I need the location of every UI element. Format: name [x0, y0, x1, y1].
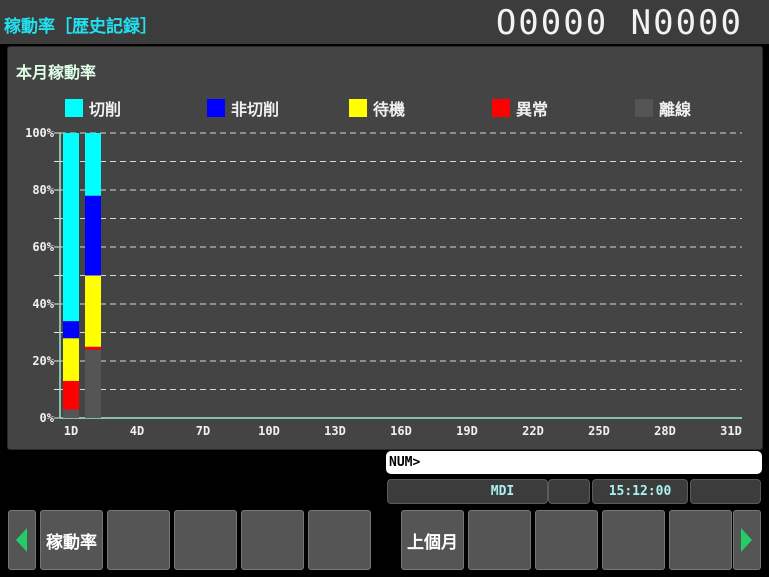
mode-label: MDI [490, 484, 515, 499]
screen-title: 稼動率［歴史記録］ [4, 17, 157, 37]
x-tick-label: 1D [64, 424, 78, 438]
softkey-prev[interactable] [8, 510, 36, 570]
x-tick-label: 25D [588, 424, 610, 438]
y-tick-label: 20% [32, 354, 54, 368]
softkey-left-1[interactable]: 稼動率 [40, 510, 103, 570]
clock-time: 15:12:00 [608, 484, 672, 499]
mode-indicator: MDI [387, 479, 548, 504]
x-tick-label: 10D [258, 424, 280, 438]
softkey-right-4[interactable] [602, 510, 665, 570]
utilization-chart: 0% 20% 40% 60% 80% 100% 1D 4D 7D 10D 13D 16D 19D 22D 2… [25, 126, 742, 438]
softkey-right-3[interactable] [535, 510, 598, 570]
x-tick-label: 4D [130, 424, 144, 438]
bar-segment [85, 275, 101, 347]
bar-segment [63, 321, 79, 339]
softkey-right-2[interactable] [468, 510, 531, 570]
bar-segment [63, 338, 79, 381]
x-tick-label: 13D [324, 424, 346, 438]
chart-panel: 本月稼動率 切削 非切削 待機 異常 離線 0% 20% 40% 60% 80% 100% 1D 4D… [7, 46, 763, 450]
bar-segment [85, 346, 101, 350]
bar-segment [85, 195, 101, 276]
softkey-label: 上個月 [407, 532, 458, 553]
y-tick-label: 40% [32, 297, 54, 311]
x-tick-label: 16D [390, 424, 412, 438]
softkey-right-5[interactable] [669, 510, 732, 570]
softkey-left-4[interactable] [241, 510, 304, 570]
bar-segment [85, 133, 101, 196]
x-tick-label: 28D [654, 424, 676, 438]
bar-segment [85, 349, 101, 418]
arrow-left-icon [16, 528, 27, 552]
arrow-right-icon [741, 528, 752, 552]
command-line[interactable]: NUM> [386, 451, 762, 474]
bar-segment [63, 409, 79, 418]
command-prompt: NUM> [389, 455, 421, 470]
softkey-right-1[interactable]: 上個月 [401, 510, 464, 570]
status-cell-blank-2 [690, 479, 761, 504]
y-tick-label: 100% [25, 126, 55, 140]
softkey-left-3[interactable] [174, 510, 237, 570]
softkey-left-5[interactable] [308, 510, 371, 570]
y-tick-label: 60% [32, 240, 54, 254]
y-tick-label: 0% [40, 411, 55, 425]
bar-segment [63, 133, 79, 322]
status-cell-blank [548, 479, 590, 504]
clock: 15:12:00 [592, 479, 688, 504]
x-tick-label: 7D [196, 424, 210, 438]
x-tick-label: 22D [522, 424, 544, 438]
softkey-label: 稼動率 [46, 532, 97, 553]
program-number: O0000 N0000 [495, 3, 743, 43]
y-tick-label: 80% [32, 183, 54, 197]
x-tick-label: 31D [720, 424, 742, 438]
header-bar: 稼動率［歴史記録］ O0000 N0000 [0, 0, 769, 44]
x-tick-label: 19D [456, 424, 478, 438]
softkey-left-2[interactable] [107, 510, 170, 570]
bar-segment [63, 380, 79, 410]
softkey-next[interactable] [733, 510, 761, 570]
